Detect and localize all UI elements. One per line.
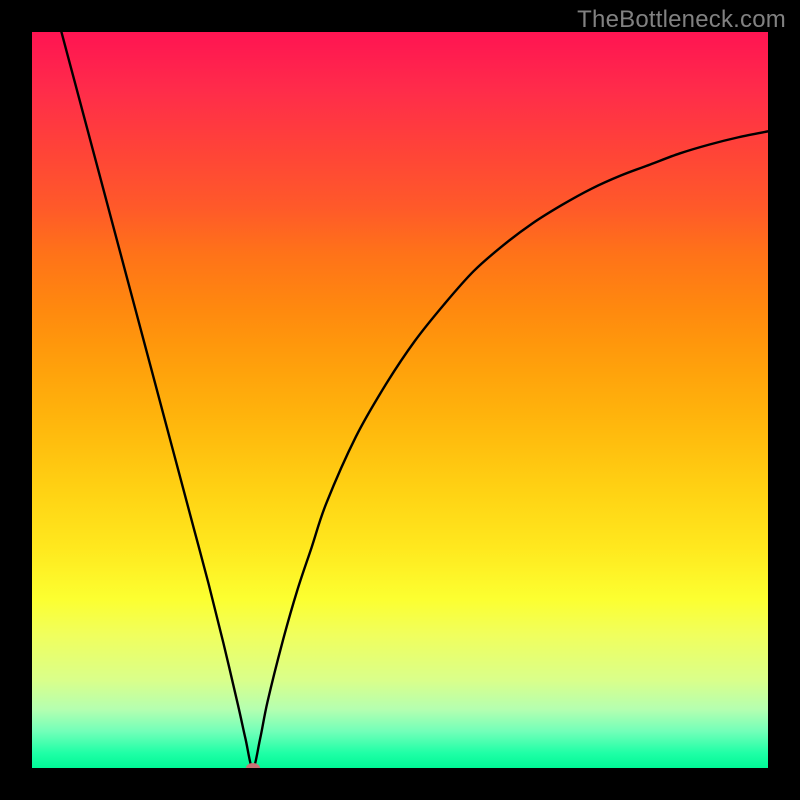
vertex-marker [246, 763, 260, 768]
curve-svg [32, 32, 768, 768]
plot-area [32, 32, 768, 768]
chart-canvas: TheBottleneck.com [0, 0, 800, 800]
watermark-text: TheBottleneck.com [577, 6, 786, 34]
curve-path [61, 32, 768, 768]
